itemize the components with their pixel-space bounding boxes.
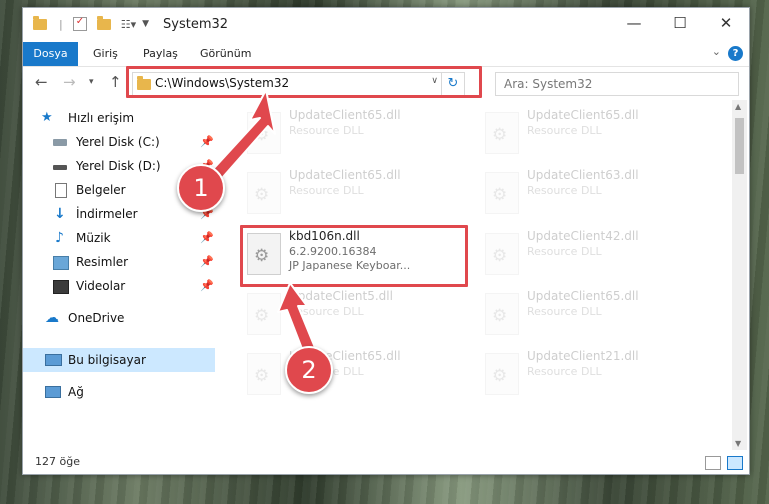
callout-badge-1: 1 bbox=[177, 164, 225, 212]
arrow-2 bbox=[277, 282, 317, 355]
callout-arrows bbox=[204, 89, 317, 355]
callout-badge-2: 2 bbox=[285, 346, 333, 394]
